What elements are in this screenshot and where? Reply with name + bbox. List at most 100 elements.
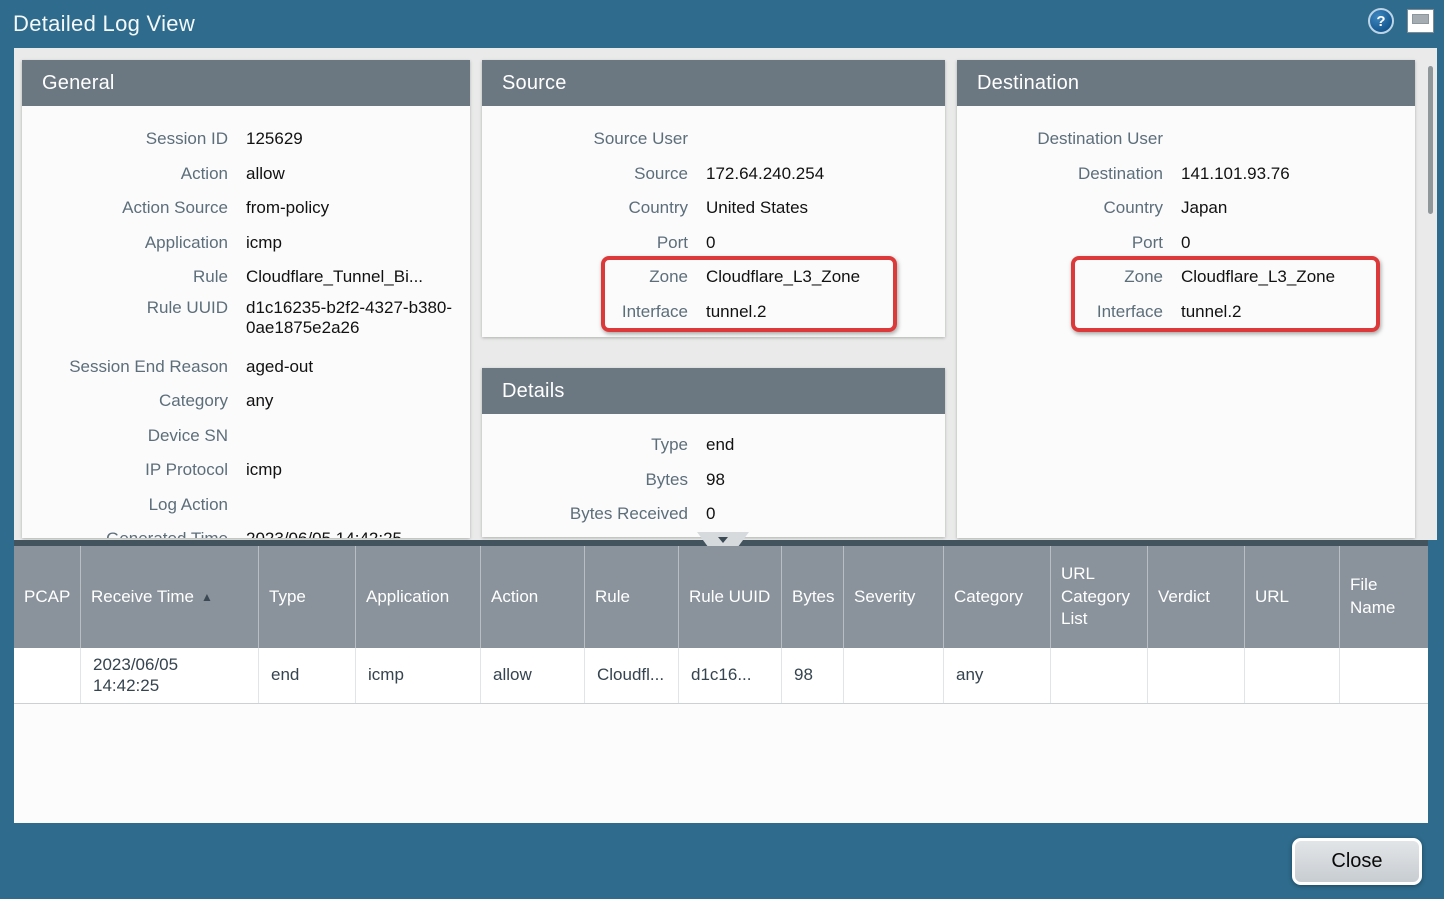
column-label: Rule UUID [689, 586, 770, 609]
field-row-type: Typeend [482, 428, 945, 463]
dialog-title: Detailed Log View [13, 0, 195, 48]
field-row-bytes: Bytes98 [482, 463, 945, 498]
field-value: Cloudflare_Tunnel_Bi... [246, 267, 470, 287]
cell-file-name [1340, 648, 1428, 703]
cell-action: allow [481, 648, 585, 703]
table-row[interactable]: 2023/06/05 14:42:25 end icmp allow Cloud… [14, 648, 1428, 704]
field-label: Session End Reason [22, 357, 228, 377]
field-value: 0 [706, 233, 945, 253]
cell-url-category-list [1051, 648, 1148, 703]
column-header-type[interactable]: Type [259, 546, 356, 648]
field-label: Rule UUID [22, 298, 228, 318]
log-table: PCAP Receive Time▲ Type Application Acti… [14, 540, 1428, 823]
field-value: 141.101.93.76 [1181, 164, 1415, 184]
field-value: allow [246, 164, 470, 184]
column-header-rule-uuid[interactable]: Rule UUID [679, 546, 782, 648]
field-label: Source [482, 164, 688, 184]
help-icon[interactable]: ? [1368, 8, 1394, 34]
column-header-severity[interactable]: Severity [844, 546, 944, 648]
column-header-url-category-list[interactable]: URL Category List [1051, 546, 1148, 648]
field-row-log-action: Log Action [22, 488, 470, 523]
column-label: URL Category List [1061, 563, 1137, 632]
field-value: 0 [1181, 233, 1415, 253]
title-bar: Detailed Log View ? [0, 0, 1444, 48]
field-label: Interface [482, 302, 688, 322]
column-label: Action [491, 586, 538, 609]
panel-source: Source Source User Source172.64.240.254 … [482, 60, 945, 337]
column-label: Bytes [792, 586, 835, 609]
panel-destination-header: Destination [957, 60, 1415, 106]
column-label: Application [366, 586, 449, 609]
field-label: Port [957, 233, 1163, 253]
field-row-destination: Destination141.101.93.76 [957, 157, 1415, 192]
panel-general: General Session ID125629 Actionallow Act… [22, 60, 470, 538]
field-row-action: Action allow [22, 157, 470, 192]
column-header-rule[interactable]: Rule [585, 546, 679, 648]
field-value: aged-out [246, 357, 470, 377]
field-label: Type [482, 435, 688, 455]
field-label: Session ID [22, 129, 228, 149]
field-row-destination-user: Destination User [957, 122, 1415, 157]
panel-general-body: Session ID125629 Actionallow Action Sour… [22, 106, 470, 538]
column-header-application[interactable]: Application [356, 546, 481, 648]
field-row-rule-uuid: Rule UUIDd1c16235-b2f2-4327-b380-0ae1875… [22, 295, 470, 350]
field-row-source-zone: Zone Cloudflare_L3_Zone [482, 260, 945, 295]
window-icon-inner [1412, 14, 1429, 24]
field-row-source: Source 172.64.240.254 [482, 157, 945, 192]
cell-verdict [1148, 648, 1245, 703]
column-header-url[interactable]: URL [1245, 546, 1340, 648]
field-row-source-country: CountryUnited States [482, 191, 945, 226]
scrollbar-thumb[interactable] [1428, 66, 1433, 214]
field-label: Zone [957, 267, 1163, 287]
field-label: Action Source [22, 198, 228, 218]
field-value: Cloudflare_L3_Zone [1181, 267, 1415, 287]
field-row-destination-country: CountryJapan [957, 191, 1415, 226]
field-label: Country [482, 198, 688, 218]
column-label: Severity [854, 586, 915, 609]
cell-rule: Cloudfl... [585, 648, 679, 703]
field-value: tunnel.2 [1181, 302, 1415, 322]
close-button[interactable]: Close [1292, 838, 1422, 885]
field-value: from-policy [246, 198, 470, 218]
column-header-file-name[interactable]: File Name [1340, 546, 1428, 648]
field-row-generated-time: Generated Time2023/06/05 14:42:25 [22, 522, 470, 538]
panel-source-body: Source User Source172.64.240.254 Country… [482, 106, 945, 329]
column-label: File Name [1350, 574, 1418, 620]
column-header-bytes[interactable]: Bytes [782, 546, 844, 648]
column-header-action[interactable]: Action [481, 546, 585, 648]
field-value: Cloudflare_L3_Zone [706, 267, 945, 287]
field-row-destination-zone: Zone Cloudflare_L3_Zone [957, 260, 1415, 295]
column-header-pcap[interactable]: PCAP [14, 546, 81, 648]
column-header-receive-time[interactable]: Receive Time▲ [81, 546, 259, 648]
cell-bytes: 98 [782, 648, 844, 703]
field-value: tunnel.2 [706, 302, 945, 322]
field-row-source-port: Port0 [482, 226, 945, 261]
column-label: Verdict [1158, 586, 1210, 609]
field-label: Destination User [957, 129, 1163, 149]
window-icon[interactable] [1407, 9, 1434, 33]
log-detail-panels: General Session ID125629 Actionallow Act… [14, 48, 1437, 540]
field-value: any [246, 391, 470, 411]
cell-rule-uuid: d1c16... [679, 648, 782, 703]
field-label: Bytes Received [482, 504, 688, 524]
cell-receive-time: 2023/06/05 14:42:25 [81, 648, 259, 703]
column-label: URL [1255, 586, 1289, 609]
cell-application: icmp [356, 648, 481, 703]
field-label: Action [22, 164, 228, 184]
field-value: end [706, 435, 945, 455]
cell-type: end [259, 648, 356, 703]
field-value: 172.64.240.254 [706, 164, 945, 184]
field-value: icmp [246, 460, 470, 480]
field-label: Country [957, 198, 1163, 218]
field-label: Zone [482, 267, 688, 287]
sort-ascending-icon: ▲ [201, 589, 213, 605]
column-header-category[interactable]: Category [944, 546, 1051, 648]
panel-source-header: Source [482, 60, 945, 106]
field-row-source-interface: Interface tunnel.2 [482, 295, 945, 330]
field-label: Device SN [22, 426, 228, 446]
panel-destination: Destination Destination User Destination… [957, 60, 1415, 538]
field-label: Bytes [482, 470, 688, 490]
chevron-down-icon [718, 537, 728, 543]
column-header-verdict[interactable]: Verdict [1148, 546, 1245, 648]
field-value: icmp [246, 233, 470, 253]
